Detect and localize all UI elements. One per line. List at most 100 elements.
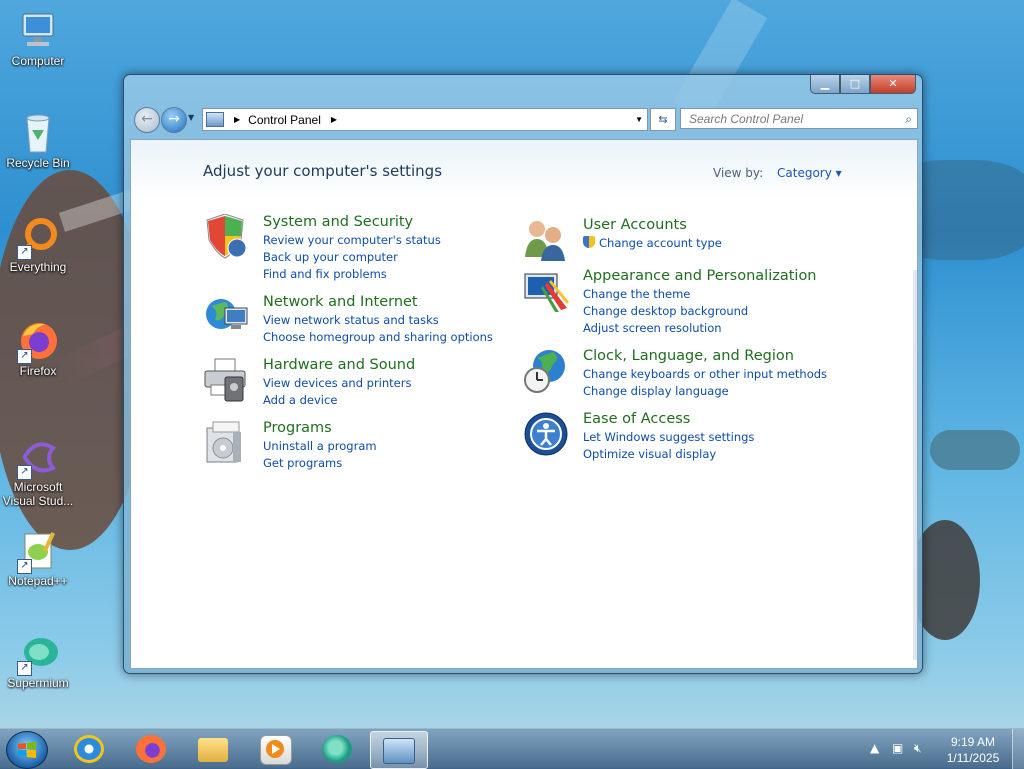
system-clock[interactable]: 9:19 AM 1/11/2025 bbox=[940, 734, 1006, 766]
category-title[interactable]: Hardware and Sound bbox=[263, 357, 415, 373]
breadcrumb-separator-icon[interactable]: ▶ bbox=[331, 115, 337, 124]
category-title[interactable]: Appearance and Personalization bbox=[583, 268, 817, 284]
supermium-icon bbox=[322, 735, 352, 763]
ease-of-access-icon[interactable] bbox=[523, 411, 569, 457]
globe-clock-icon[interactable] bbox=[523, 348, 569, 394]
firefox-icon: ↗ bbox=[17, 320, 59, 364]
desktop-icon-everything[interactable]: ↗ Everything bbox=[0, 216, 76, 274]
link-network-status[interactable]: View network status and tasks bbox=[263, 313, 439, 327]
folder-icon bbox=[198, 738, 228, 762]
network-tray-icon[interactable]: ▣ bbox=[892, 741, 903, 755]
supermium-icon: ↗ bbox=[17, 632, 59, 676]
link-optimize-display[interactable]: Optimize visual display bbox=[583, 447, 716, 461]
taskbar-internet-explorer[interactable] bbox=[62, 731, 116, 767]
taskbar-media-player[interactable] bbox=[248, 731, 302, 767]
monitor-palette-icon[interactable] bbox=[523, 268, 569, 314]
link-find-fix-problems[interactable]: Find and fix problems bbox=[263, 267, 387, 281]
desktop-icon-computer[interactable]: Computer bbox=[0, 10, 76, 68]
link-keyboards-input[interactable]: Change keyboards or other input methods bbox=[583, 367, 827, 381]
view-by: View by: Category ▾ bbox=[713, 166, 842, 180]
network-globe-icon[interactable] bbox=[203, 294, 249, 340]
search-icon[interactable]: ⌕ bbox=[905, 109, 912, 129]
shield-icon[interactable] bbox=[203, 213, 249, 260]
taskbar-control-panel[interactable] bbox=[370, 731, 428, 769]
minimize-button[interactable]: ▁ bbox=[810, 75, 840, 94]
link-desktop-background[interactable]: Change desktop background bbox=[583, 304, 748, 318]
show-hidden-icons-button[interactable]: ▲ bbox=[870, 741, 879, 755]
shortcut-arrow-icon: ↗ bbox=[17, 559, 32, 574]
maximize-button[interactable]: □ bbox=[840, 75, 870, 94]
breadcrumb-control-panel[interactable]: Control Panel bbox=[248, 113, 321, 127]
control-panel-window: ▁ □ ✕ ← → ▼ ▶ Control Panel ▶ ▼ ⇆ Search… bbox=[123, 74, 923, 674]
shortcut-arrow-icon: ↗ bbox=[17, 349, 32, 364]
recent-pages-dropdown[interactable]: ▼ bbox=[188, 113, 194, 122]
control-panel-icon bbox=[383, 738, 415, 764]
clock-date: 1/11/2025 bbox=[946, 751, 1000, 765]
refresh-button[interactable]: ⇆ bbox=[650, 108, 676, 131]
internet-explorer-icon bbox=[74, 735, 104, 763]
windows-logo-icon bbox=[18, 742, 36, 758]
back-button[interactable]: ← bbox=[134, 107, 160, 133]
link-display-language[interactable]: Change display language bbox=[583, 384, 729, 398]
control-panel-icon bbox=[206, 112, 224, 127]
address-dropdown-icon[interactable]: ▼ bbox=[635, 115, 643, 124]
search-input[interactable]: Search Control Panel ⌕ bbox=[680, 108, 918, 129]
start-button[interactable] bbox=[6, 731, 48, 769]
link-uninstall-program[interactable]: Uninstall a program bbox=[263, 439, 377, 453]
close-button[interactable]: ✕ bbox=[870, 75, 916, 94]
category-title[interactable]: System and Security bbox=[263, 214, 413, 230]
link-get-programs[interactable]: Get programs bbox=[263, 456, 342, 470]
visual-studio-icon: ↗ bbox=[17, 436, 59, 480]
category-title[interactable]: Ease of Access bbox=[583, 411, 690, 427]
media-player-icon bbox=[260, 735, 292, 765]
taskbar-firefox[interactable] bbox=[124, 731, 178, 767]
uac-shield-icon bbox=[583, 236, 595, 248]
desktop-icon-recycle-bin[interactable]: Recycle Bin bbox=[0, 112, 76, 170]
desktop-icon-supermium[interactable]: ↗ Supermium bbox=[0, 632, 76, 690]
programs-icon[interactable] bbox=[203, 420, 249, 466]
window-controls: ▁ □ ✕ bbox=[810, 75, 916, 94]
category-title[interactable]: User Accounts bbox=[583, 217, 687, 233]
shortcut-arrow-icon: ↗ bbox=[17, 245, 32, 260]
link-homegroup[interactable]: Choose homegroup and sharing options bbox=[263, 330, 493, 344]
link-review-status[interactable]: Review your computer's status bbox=[263, 233, 441, 247]
volume-muted-icon[interactable]: 🔇︎ bbox=[914, 741, 922, 756]
link-change-account-type[interactable]: Change account type bbox=[583, 236, 722, 250]
category-title[interactable]: Programs bbox=[263, 420, 332, 436]
forward-button[interactable]: → bbox=[161, 107, 187, 133]
desktop-icon-visual-studio[interactable]: ↗ Microsoft Visual Stud... bbox=[0, 436, 76, 508]
users-icon[interactable] bbox=[523, 217, 569, 263]
category-title[interactable]: Network and Internet bbox=[263, 294, 418, 310]
printer-icon[interactable] bbox=[203, 357, 249, 403]
clock-time: 9:19 AM bbox=[950, 735, 996, 749]
taskbar-file-explorer[interactable] bbox=[186, 731, 240, 767]
link-screen-resolution[interactable]: Adjust screen resolution bbox=[583, 321, 722, 335]
wallpaper-turtle-fin bbox=[930, 430, 1020, 470]
link-devices-printers[interactable]: View devices and printers bbox=[263, 376, 411, 390]
firefox-icon bbox=[136, 735, 166, 763]
page-title: Adjust your computer's settings bbox=[203, 162, 443, 180]
view-by-dropdown[interactable]: Category ▾ bbox=[777, 166, 842, 180]
control-panel-content: Adjust your computer's settings View by:… bbox=[130, 139, 918, 669]
address-bar[interactable]: ▶ Control Panel ▶ ▼ bbox=[202, 108, 648, 131]
link-add-device[interactable]: Add a device bbox=[263, 393, 337, 407]
shortcut-arrow-icon: ↗ bbox=[17, 465, 32, 480]
everything-search-icon: ↗ bbox=[17, 216, 59, 260]
notepad-plus-plus-icon: ↗ bbox=[17, 530, 59, 574]
breadcrumb-separator-icon[interactable]: ▶ bbox=[234, 115, 240, 124]
show-desktop-button[interactable] bbox=[1012, 729, 1024, 769]
scrollbar[interactable] bbox=[913, 270, 917, 660]
computer-icon bbox=[17, 10, 59, 52]
link-suggest-settings[interactable]: Let Windows suggest settings bbox=[583, 430, 754, 444]
search-placeholder: Search Control Panel bbox=[689, 112, 804, 126]
link-back-up[interactable]: Back up your computer bbox=[263, 250, 398, 264]
shortcut-arrow-icon: ↗ bbox=[17, 661, 32, 676]
category-title[interactable]: Clock, Language, and Region bbox=[583, 348, 794, 364]
view-by-label: View by: bbox=[713, 166, 764, 180]
recycle-bin-icon bbox=[17, 112, 59, 154]
link-change-theme[interactable]: Change the theme bbox=[583, 287, 690, 301]
desktop-icon-notepad-plus-plus[interactable]: ↗ Notepad++ bbox=[0, 530, 76, 588]
taskbar-supermium[interactable] bbox=[310, 731, 364, 767]
taskbar: ▲ ▣ 🔇︎ 9:19 AM 1/11/2025 bbox=[0, 728, 1024, 769]
desktop-icon-firefox[interactable]: ↗ Firefox bbox=[0, 320, 76, 378]
